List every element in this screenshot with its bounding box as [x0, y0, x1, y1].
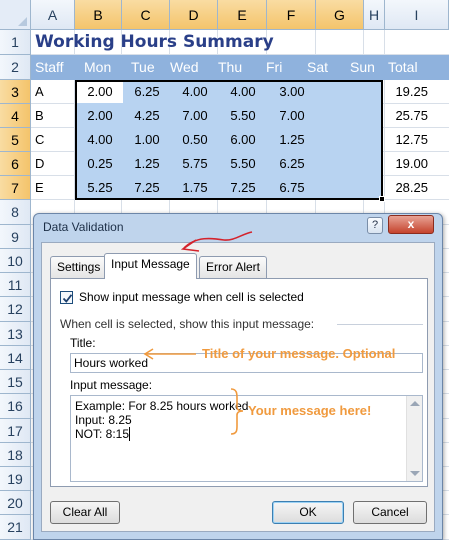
message-bracket-icon	[230, 388, 244, 435]
annotation-overlay	[143, 231, 253, 435]
title-arrow-icon	[143, 348, 196, 360]
scribble-arrow-icon	[180, 231, 253, 252]
tab-input-message[interactable]: Input Message	[104, 253, 197, 279]
title-annotation: Title of your message. Optional	[202, 346, 396, 361]
message-annotation: Your message here!	[248, 403, 372, 418]
